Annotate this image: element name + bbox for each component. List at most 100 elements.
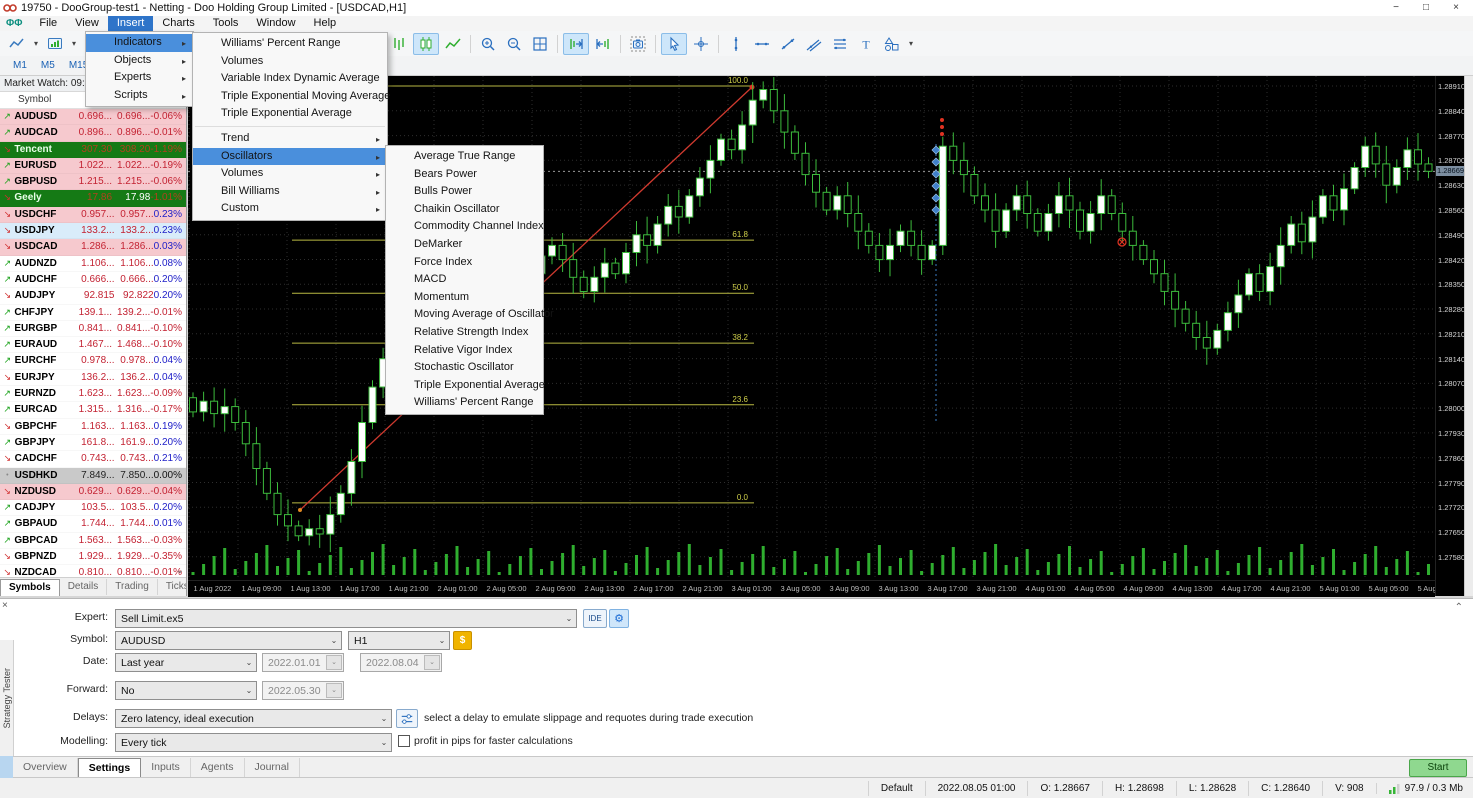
fibo-lines-icon[interactable] [828, 34, 852, 54]
profit-in-pips-checkbox[interactable] [398, 735, 410, 747]
market-watch-row[interactable]: USDCHF 0.957... 0.957... 0.23% [0, 207, 186, 223]
menu-bar-item[interactable]: Help [305, 16, 346, 31]
market-watch-row[interactable]: AUDCAD 0.896... 0.896... -0.01% [0, 125, 186, 141]
new-chart-icon[interactable] [43, 34, 67, 54]
oscillator-menu-item[interactable]: Relative Strength Index [386, 324, 543, 342]
oscillator-menu-item[interactable]: Force Index [386, 254, 543, 272]
indicator-menu-item[interactable]: Triple Exponential Moving Average [193, 88, 387, 106]
date-to-field[interactable]: 2022.08.04⌄ [360, 653, 442, 672]
oscillator-menu-item[interactable]: Commodity Channel Index [386, 218, 543, 236]
market-watch-row[interactable]: GBPCHF 1.163... 1.163... 0.19% [0, 419, 186, 435]
market-watch-tab[interactable]: Ticks [158, 579, 187, 595]
oscillator-menu-item[interactable]: Relative Vigor Index [386, 342, 543, 360]
shapes-icon[interactable] [880, 34, 904, 54]
menu-bar-item[interactable]: File [30, 16, 66, 31]
auto-scroll-icon[interactable] [563, 33, 589, 55]
tester-tab[interactable]: Overview [13, 758, 78, 777]
caret-icon[interactable]: ▾ [31, 34, 41, 54]
oscillator-menu-item[interactable]: DeMarker [386, 236, 543, 254]
insert-menu-item[interactable]: Scripts ▸ [86, 87, 193, 105]
market-watch-row[interactable]: USDCAD 1.286... 1.286... 0.03% [0, 239, 186, 255]
oscillator-menu-item[interactable]: Momentum [386, 289, 543, 307]
indicator-menu-item[interactable]: Variable Index Dynamic Average [193, 70, 387, 88]
market-watch-row[interactable]: GBPUSD 1.215... 1.215... -0.06% [0, 174, 186, 190]
market-watch-tab[interactable]: Details [60, 579, 108, 595]
caret-icon[interactable]: ▾ [906, 34, 916, 54]
market-watch-row[interactable]: CADJPY 103.5... 103.5... 0.20% [0, 500, 186, 516]
deposit-currency-icon[interactable]: $ [453, 631, 472, 650]
indicator-menu-item[interactable]: Volumes [193, 53, 387, 71]
oscillator-menu-item[interactable]: Bears Power [386, 166, 543, 184]
market-watch-row[interactable]: EURGBP 0.841... 0.841... -0.10% [0, 321, 186, 337]
crosshair-icon[interactable] [689, 34, 713, 54]
oscillator-menu-item[interactable]: Triple Exponential Average [386, 377, 543, 395]
market-watch-row[interactable]: GBPAUD 1.744... 1.744... 0.01% [0, 516, 186, 532]
zoom-in-icon[interactable] [476, 34, 500, 54]
menu-bar-item[interactable]: Window [247, 16, 304, 31]
date-from-field[interactable]: 2022.01.01⌄ [262, 653, 344, 672]
expert-select[interactable]: Sell Limit.ex5⌄ [115, 609, 577, 628]
chart-shift-icon[interactable] [591, 34, 615, 54]
market-watch-tab[interactable]: Symbols [0, 579, 60, 596]
oscillator-menu-item[interactable]: MACD [386, 271, 543, 289]
market-watch-row[interactable]: EURNZD 1.623... 1.623... -0.09% [0, 386, 186, 402]
minimize-button[interactable]: − [1381, 1, 1411, 15]
channel-icon[interactable] [802, 34, 826, 54]
market-watch-row[interactable]: AUDNZD 1.106... 1.106... 0.08% [0, 256, 186, 272]
caret-icon[interactable]: ▾ [69, 34, 79, 54]
sep-icon[interactable] [557, 35, 558, 53]
forward-date-field[interactable]: 2022.05.30⌄ [262, 681, 344, 700]
chevron-up-icon[interactable]: ⌃ [1455, 602, 1463, 613]
indicator-group-item[interactable]: Volumes ▸ [193, 165, 387, 183]
candles-mode-icon[interactable] [413, 33, 439, 55]
tester-tab[interactable]: Agents [191, 758, 245, 777]
strategy-tester-side-tab[interactable]: Strategy Tester [0, 640, 14, 756]
tester-tab[interactable]: Journal [245, 758, 300, 777]
market-watch-row[interactable]: CHFJPY 139.1... 139.2... -0.01% [0, 305, 186, 321]
tile-windows-icon[interactable] [528, 34, 552, 54]
market-watch-row[interactable]: Tencent 307.30 308.20 -1.19% [0, 142, 186, 158]
market-watch-row[interactable]: AUDCHF 0.666... 0.666... 0.20% [0, 272, 186, 288]
gear-icon[interactable]: ⚙ [609, 609, 629, 628]
market-watch-row[interactable]: GBPJPY 161.8... 161.9... 0.20% [0, 435, 186, 451]
insert-menu-item[interactable]: Experts ▸ [86, 69, 193, 87]
sep-icon[interactable] [655, 35, 656, 53]
tester-close-icon[interactable]: × [2, 601, 8, 611]
tester-tab[interactable]: Inputs [141, 758, 191, 777]
forward-select[interactable]: No⌄ [115, 681, 257, 700]
insert-menu-item[interactable]: Objects ▸ [86, 52, 193, 70]
market-watch-row[interactable]: AUDUSD 0.696... 0.696... -0.06% [0, 109, 186, 125]
market-watch-row[interactable]: NZDUSD 0.629... 0.629... -0.04% [0, 484, 186, 500]
market-watch-row[interactable]: GBPCAD 1.563... 1.563... -0.03% [0, 533, 186, 549]
insert-menu-item[interactable]: Indicators ▸ [86, 34, 193, 52]
indicator-menu-item[interactable]: Williams' Percent Range [193, 35, 387, 53]
sep-icon[interactable] [620, 35, 621, 53]
period-select[interactable]: H1⌄ [348, 631, 450, 650]
oscillator-menu-item[interactable]: Chaikin Oscillator [386, 201, 543, 219]
zoom-out-icon[interactable] [502, 34, 526, 54]
market-watch-tab[interactable]: Trading [107, 579, 158, 595]
market-watch-row[interactable]: EURCHF 0.978... 0.978... 0.04% [0, 353, 186, 369]
time-axis[interactable]: 1 Aug 2022 1 Aug 09:00 1 Aug 13:00 1 Aug… [188, 580, 1435, 597]
bars-mode-icon[interactable] [387, 34, 411, 54]
close-button[interactable]: × [1441, 1, 1471, 15]
timeframe-button[interactable]: M5 [34, 57, 62, 74]
trendline-icon[interactable] [776, 34, 800, 54]
text-tool-icon[interactable]: T [854, 34, 878, 54]
menu-bar-item[interactable]: Tools [204, 16, 248, 31]
oscillator-menu-item[interactable]: Williams' Percent Range [386, 394, 543, 412]
indicator-group-item[interactable]: Custom ▸ [193, 200, 387, 218]
tester-tab[interactable]: Settings [78, 758, 141, 778]
menu-bar-item[interactable]: Charts [153, 16, 203, 31]
symbol-select[interactable]: AUDUSD⌄ [115, 631, 342, 650]
market-watch-row[interactable]: CADCHF 0.743... 0.743... 0.21% [0, 451, 186, 467]
oscillator-menu-item[interactable]: Moving Average of Oscillator [386, 306, 543, 324]
market-watch-row[interactable]: EURJPY 136.2... 136.2... 0.04% [0, 370, 186, 386]
chevron-down-icon[interactable]: ⌄ [176, 565, 184, 576]
oscillator-menu-item[interactable]: Average True Range [386, 148, 543, 166]
modelling-select[interactable]: Every tick⌄ [115, 733, 392, 752]
sep-icon[interactable] [718, 35, 719, 53]
line-style-icon[interactable] [5, 34, 29, 54]
market-watch-row[interactable]: GBPNZD 1.929... 1.929... -0.35% [0, 549, 186, 565]
timeframe-button[interactable]: M1 [6, 57, 34, 74]
